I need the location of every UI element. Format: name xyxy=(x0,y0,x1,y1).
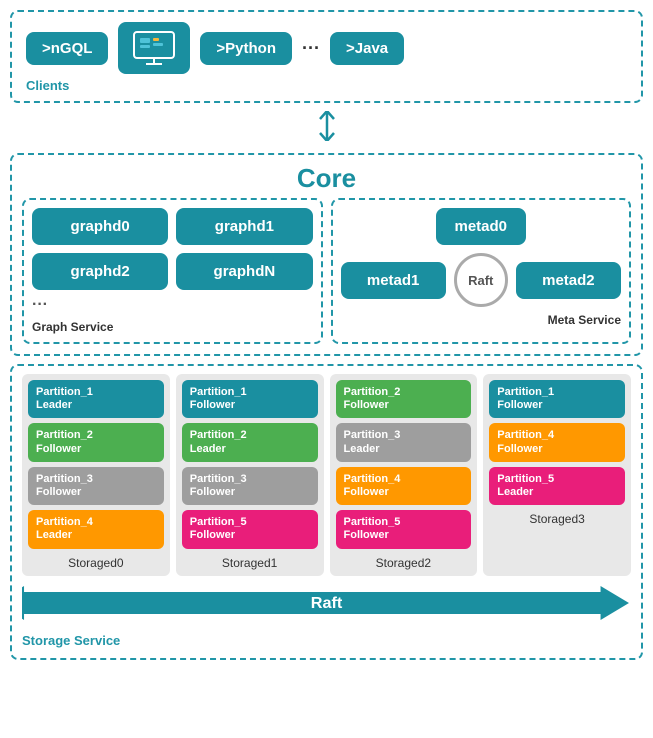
partition-1-follower-s3: Partition_1Follower xyxy=(489,380,625,418)
clients-dots: ··· xyxy=(302,38,320,59)
storaged0-label: Storaged0 xyxy=(28,556,164,570)
metad2-node: metad2 xyxy=(516,262,621,299)
storaged0-col: Partition_1Leader Partition_2Follower Pa… xyxy=(22,374,170,576)
monitor-icon xyxy=(132,30,176,66)
graph-service-label: Graph Service xyxy=(32,320,313,334)
main-container: >nGQL >Python ··· >Java Clients xyxy=(10,10,643,660)
clients-section: >nGQL >Python ··· >Java Clients xyxy=(10,10,643,103)
partition-2-follower-s0: Partition_2Follower xyxy=(28,423,164,461)
partition-2-follower-s2: Partition_2Follower xyxy=(336,380,472,418)
metad0-node: metad0 xyxy=(436,208,526,245)
meta-service-label: Meta Service xyxy=(341,313,622,327)
services-row: graphd0 graphd1 graphd2 graphdN ··· Grap… xyxy=(22,198,631,344)
storaged1-label: Storaged1 xyxy=(182,556,318,570)
core-title: Core xyxy=(22,163,631,194)
storage-section: Partition_1Leader Partition_2Follower Pa… xyxy=(10,364,643,660)
graph-nodes-grid: graphd0 graphd1 graphd2 graphdN xyxy=(32,208,313,290)
svg-text:Raft: Raft xyxy=(311,594,343,612)
partition-4-follower-s3: Partition_4Follower xyxy=(489,423,625,461)
clients-label: Clients xyxy=(26,78,69,93)
ngql-client: >nGQL xyxy=(26,32,108,65)
partition-1-follower-s1: Partition_1Follower xyxy=(182,380,318,418)
raft-arrow-svg: Raft xyxy=(22,584,631,622)
partition-4-leader-s0: Partition_4Leader xyxy=(28,510,164,548)
storage-grid: Partition_1Leader Partition_2Follower Pa… xyxy=(22,374,631,576)
java-client: >Java xyxy=(330,32,404,65)
core-section: Core graphd0 graphd1 graphd2 graphdN ···… xyxy=(10,153,643,356)
storaged3-col: Partition_1Follower Partition_4Follower … xyxy=(483,374,631,576)
storage-service-label: Storage Service xyxy=(22,633,631,648)
partition-5-follower-s1: Partition_5Follower xyxy=(182,510,318,548)
storaged2-label: Storaged2 xyxy=(336,556,472,570)
clients-label-row: Clients xyxy=(26,78,627,93)
storaged2-col: Partition_2Follower Partition_3Leader Pa… xyxy=(330,374,478,576)
partition-3-follower-s1: Partition_3Follower xyxy=(182,467,318,505)
arrow-down xyxy=(10,111,643,145)
raft-arrow-container: Raft xyxy=(22,584,631,627)
graph-service-box: graphd0 graphd1 graphd2 graphdN ··· Grap… xyxy=(22,198,323,344)
partition-1-leader-s0: Partition_1Leader xyxy=(28,380,164,418)
partition-5-leader-s3: Partition_5Leader xyxy=(489,467,625,505)
metad1-node: metad1 xyxy=(341,262,446,299)
storaged3-label: Storaged3 xyxy=(489,512,625,526)
graphd2-node: graphd2 xyxy=(32,253,168,290)
graphd1-node: graphd1 xyxy=(176,208,312,245)
bidirectional-arrow-icon xyxy=(315,111,339,141)
python-client: >Python xyxy=(200,32,292,65)
graphd0-node: graphd0 xyxy=(32,208,168,245)
partition-2-leader-s1: Partition_2Leader xyxy=(182,423,318,461)
partition-4-follower-s2: Partition_4Follower xyxy=(336,467,472,505)
partition-5-follower-s2: Partition_5Follower xyxy=(336,510,472,548)
partition-3-leader-s2: Partition_3Leader xyxy=(336,423,472,461)
meta-service-box: metad0 metad1 Raft metad2 Meta Service xyxy=(331,198,632,344)
partition-3-follower-s0: Partition_3Follower xyxy=(28,467,164,505)
storaged1-col: Partition_1Follower Partition_2Leader Pa… xyxy=(176,374,324,576)
graph-dots: ··· xyxy=(32,296,48,314)
raft-circle: Raft xyxy=(454,253,508,307)
graphdN-node: graphdN xyxy=(176,253,312,290)
clients-row: >nGQL >Python ··· >Java xyxy=(26,22,627,74)
monitor-client xyxy=(118,22,190,74)
